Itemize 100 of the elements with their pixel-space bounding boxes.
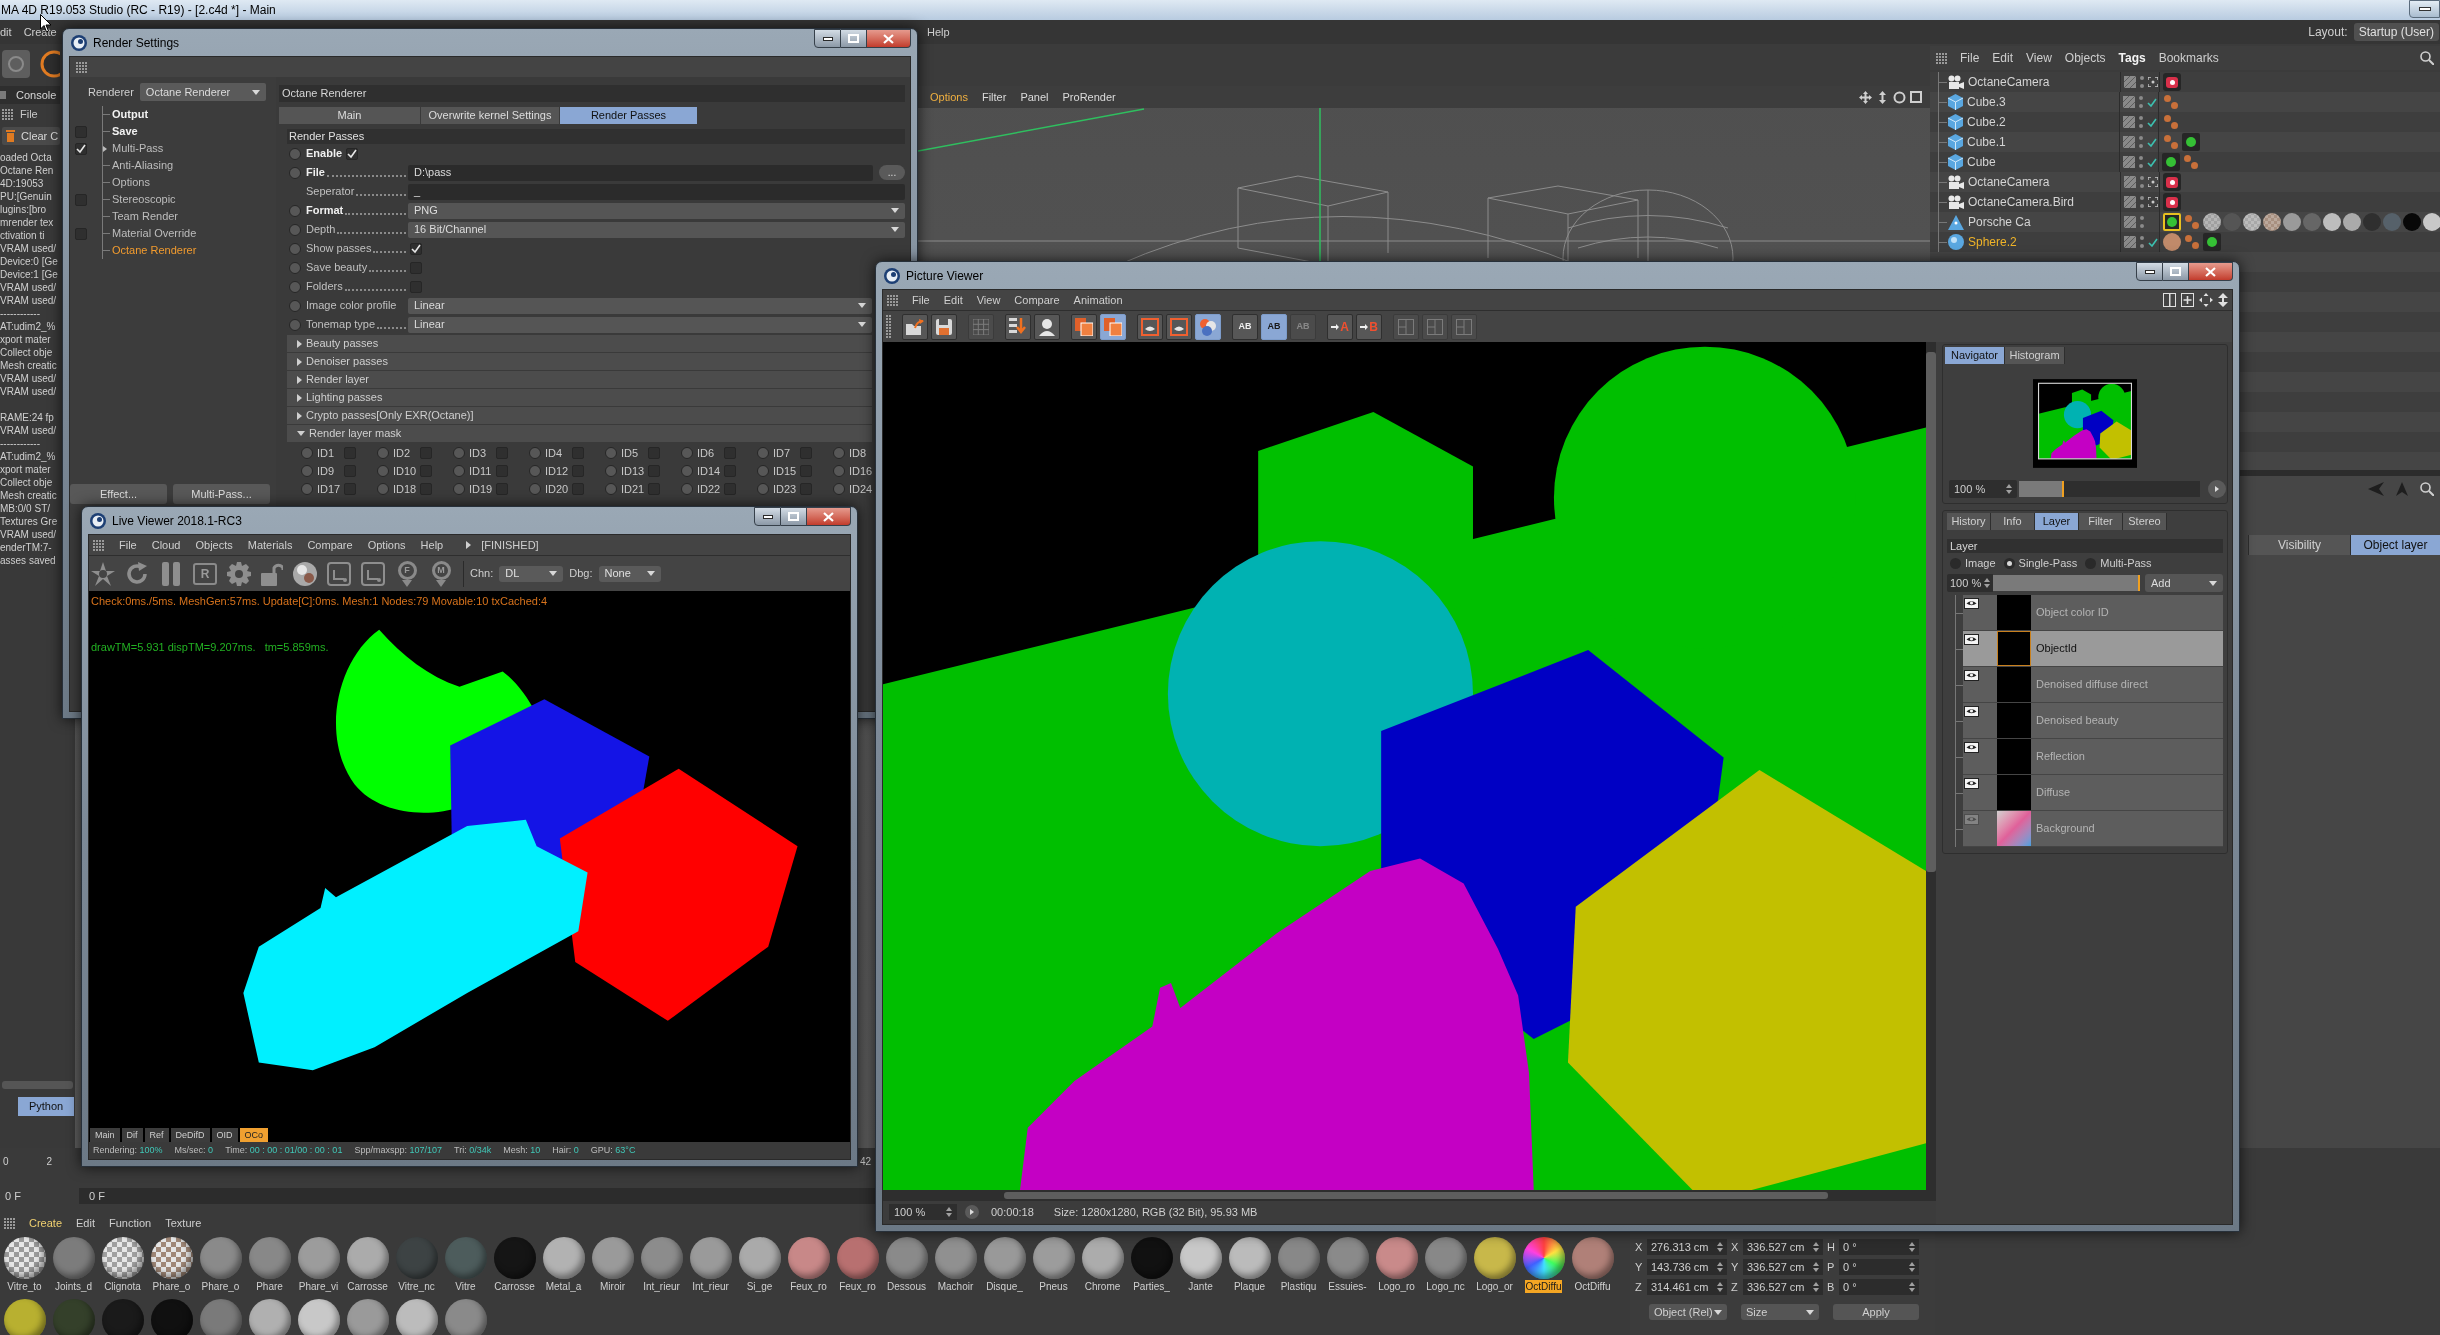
channel-tab[interactable]: Dif	[121, 1128, 143, 1142]
zoom-field[interactable]: 100 %	[1949, 480, 2017, 498]
dots-icon[interactable]	[2139, 136, 2143, 148]
material-name[interactable]: OctDiffu	[1573, 1280, 1612, 1293]
dots-icon[interactable]	[2139, 116, 2143, 128]
material-name[interactable]: Metal_a	[544, 1280, 583, 1293]
opacity-slider[interactable]	[1993, 575, 2140, 591]
tree-item[interactable]: Output	[112, 106, 149, 123]
number-field[interactable]: 143.736 cm	[1647, 1259, 1727, 1275]
keyframe-button[interactable]	[757, 465, 769, 477]
target-icon[interactable]	[2148, 197, 2158, 207]
menu-item[interactable]: Compare	[307, 536, 353, 554]
tree-item[interactable]: Multi-Pass	[112, 140, 164, 157]
keyframe-button[interactable]	[301, 447, 313, 459]
keyframe-button[interactable]	[289, 147, 301, 160]
keyframe-button[interactable]	[605, 465, 617, 477]
play-button[interactable]	[2208, 480, 2226, 498]
settings-icon[interactable]	[227, 561, 251, 586]
keyframe-button[interactable]	[289, 166, 301, 179]
apply-button[interactable]: Apply	[1833, 1304, 1919, 1320]
material-name[interactable]: OctDiffu	[1524, 1280, 1563, 1293]
opacity-field[interactable]: 100 %	[1947, 574, 1993, 592]
material-name[interactable]: Disque_	[985, 1280, 1024, 1293]
minimize-button[interactable]	[814, 29, 841, 48]
tree-item[interactable]: Octane Renderer	[112, 242, 197, 259]
debug-dropdown[interactable]: None	[598, 565, 661, 582]
attribute-tab[interactable]: Object layer	[2350, 535, 2440, 555]
menu-item[interactable]: Help	[927, 23, 950, 41]
minimize-button[interactable]	[2136, 262, 2163, 281]
tree-item[interactable]: Save	[112, 123, 138, 140]
dialog-button[interactable]: Effect...	[70, 484, 167, 504]
hatched-square-icon[interactable]	[2123, 116, 2135, 128]
material-swatch-icon[interactable]	[2383, 213, 2401, 231]
material-swatch-icon[interactable]	[2343, 213, 2361, 231]
number-field[interactable]: 0 °	[1839, 1259, 1919, 1275]
menu-item[interactable]: Options	[367, 536, 406, 554]
keyframe-button[interactable]	[289, 204, 301, 217]
material-swatch-icon[interactable]	[2323, 213, 2341, 231]
dropdown[interactable]: PNG	[408, 202, 905, 219]
material-name[interactable]: Plastiqu	[1279, 1280, 1318, 1293]
dots-icon[interactable]	[2140, 216, 2144, 228]
menu-item[interactable]: Cloud	[151, 536, 181, 554]
attribute-tab[interactable]: Visibility	[2248, 535, 2350, 555]
material-name[interactable]: Joints_d	[53, 1280, 94, 1293]
panel-tab[interactable]: Stereo	[2123, 513, 2167, 530]
menu-item[interactable]: File	[20, 105, 38, 123]
keyframe-button[interactable]	[377, 483, 389, 495]
collapsible-group[interactable]: Render layer	[287, 371, 872, 388]
keyframe-button[interactable]	[453, 465, 465, 477]
menu-item[interactable]: File	[1960, 49, 1980, 67]
material-name[interactable]: Feux_ro	[838, 1280, 877, 1293]
text-field[interactable]: _	[408, 183, 905, 200]
material-name[interactable]: Phare_o	[151, 1280, 192, 1293]
collapsible-group[interactable]: Lighting passes	[287, 389, 872, 406]
material-name[interactable]: Clignota	[103, 1280, 142, 1293]
eye-icon[interactable]	[1964, 706, 1979, 717]
layout-dropdown[interactable]: Startup (User)	[2353, 23, 2439, 41]
zoom-dropdown[interactable]: 100 %	[889, 1204, 957, 1220]
dropdown[interactable]: Linear	[408, 316, 872, 333]
eye-icon[interactable]	[1964, 670, 1979, 681]
close-button[interactable]	[2189, 262, 2233, 281]
menu-item[interactable]: Create	[23, 23, 57, 41]
channel-tab[interactable]: OCo	[239, 1128, 269, 1142]
hatched-square-icon[interactable]	[2124, 76, 2136, 88]
panel-tab[interactable]: Filter	[2079, 513, 2123, 530]
target-icon[interactable]	[2148, 77, 2158, 87]
frame-field[interactable]: 0 F	[79, 1188, 875, 1204]
add-dropdown[interactable]: Add	[2145, 574, 2223, 592]
dots-icon[interactable]	[2140, 76, 2144, 88]
checkmark-icon[interactable]	[2148, 237, 2158, 247]
channel-tab[interactable]: Main	[90, 1128, 120, 1142]
clear-button[interactable]: Clear C	[2, 127, 60, 145]
checker-swatch-icon[interactable]	[2263, 213, 2281, 231]
material-name[interactable]: Logo_nc	[1425, 1280, 1466, 1293]
columns-icon[interactable]	[2163, 293, 2176, 307]
keyframe-button[interactable]	[289, 242, 301, 255]
play-button[interactable]	[965, 1205, 979, 1219]
keyframe-button[interactable]	[289, 223, 301, 236]
square-frame-icon[interactable]	[327, 561, 351, 586]
dots-icon[interactable]	[2139, 96, 2143, 108]
checkmark-icon[interactable]	[2147, 97, 2157, 107]
menu-item[interactable]: Help	[420, 536, 444, 554]
panel-tab[interactable]: Layer	[2035, 513, 2079, 530]
hatched-square-icon[interactable]	[2123, 156, 2135, 168]
tree-item[interactable]: Team Render	[112, 208, 179, 225]
keyframe-button[interactable]	[529, 447, 541, 459]
square-icon[interactable]	[2, 50, 30, 78]
object-name[interactable]: Cube.3	[1967, 93, 2119, 111]
menu-item[interactable]: dit	[0, 23, 12, 41]
panel-tab[interactable]: Info	[1991, 513, 2035, 530]
keyframe-button[interactable]	[453, 483, 465, 495]
material-name[interactable]: Chrome	[1083, 1280, 1122, 1293]
menu-item[interactable]: Options	[930, 88, 968, 106]
material-name[interactable]: Int_rieur	[642, 1280, 681, 1293]
menu-item[interactable]: Filter	[981, 88, 1007, 106]
tree-item[interactable]: Material Override	[112, 225, 197, 242]
menu-item[interactable]: File	[119, 536, 137, 554]
material-name[interactable]: Machoir	[936, 1280, 975, 1293]
dot-tag-icon[interactable]	[2163, 213, 2181, 231]
hatched-square-icon[interactable]	[2124, 196, 2136, 208]
